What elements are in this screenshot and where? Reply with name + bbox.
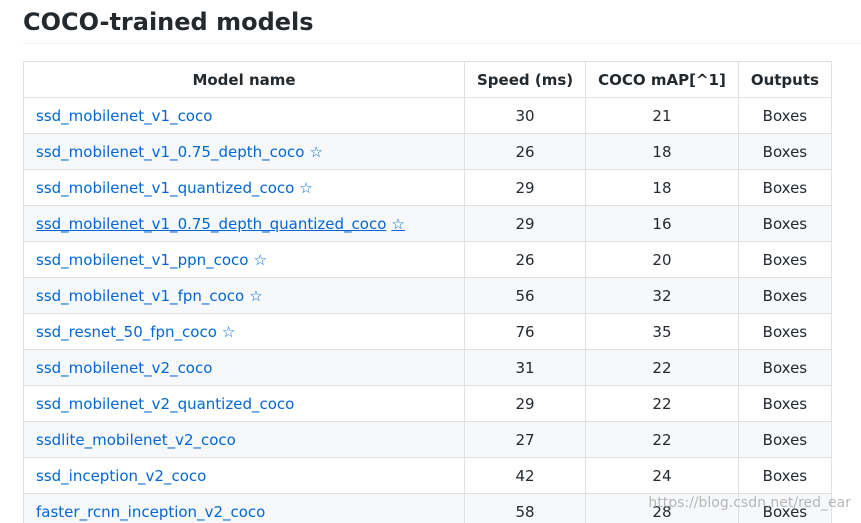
star-icon: ☆ — [249, 286, 263, 305]
speed-cell: 26 — [463, 241, 587, 278]
table-row: ssd_mobilenet_v1_0.75_depth_quantized_co… — [23, 205, 832, 242]
model-link[interactable]: ssdlite_mobilenet_v2_coco — [36, 431, 236, 449]
outputs-cell: Boxes — [737, 241, 832, 278]
model-name-cell: ssd_mobilenet_v1_0.75_depth_coco ☆ — [23, 133, 465, 170]
speed-cell: 76 — [463, 313, 587, 350]
map-cell: 22 — [585, 421, 739, 458]
model-link-label: ssd_mobilenet_v1_coco — [36, 106, 213, 125]
star-icon: ☆ — [221, 322, 236, 341]
model-link-label: ssd_mobilenet_v2_coco — [36, 358, 213, 377]
page: COCO-trained models Model name Speed (ms… — [0, 0, 861, 523]
outputs-cell: Boxes — [737, 349, 832, 386]
map-cell: 22 — [585, 385, 739, 422]
outputs-cell: Boxes — [737, 277, 832, 314]
model-name-cell: ssd_mobilenet_v1_fpn_coco ☆ — [23, 277, 465, 314]
map-cell: 24 — [585, 457, 739, 494]
model-link-label: ssd_resnet_50_fpn_coco — [36, 322, 217, 341]
model-name-cell: ssd_mobilenet_v1_coco — [23, 97, 465, 134]
map-cell: 35 — [585, 313, 739, 350]
table-row: ssd_mobilenet_v1_quantized_coco ☆ 29 18 Boxe… — [23, 169, 832, 206]
models-table: Model name Speed (ms) COCO mAP[^1] Outpu… — [23, 61, 832, 523]
outputs-cell: Boxes — [737, 169, 832, 206]
model-name-cell: faster_rcnn_inception_v2_coco — [23, 493, 465, 523]
model-name-cell: ssd_mobilenet_v1_0.75_depth_quantized_co… — [23, 205, 465, 242]
speed-cell: 29 — [463, 205, 587, 242]
speed-cell: 29 — [463, 385, 587, 422]
model-name-cell: ssd_mobilenet_v1_quantized_coco ☆ — [23, 169, 465, 206]
model-name-cell: ssd_inception_v2_coco — [23, 457, 465, 494]
model-link[interactable]: ssd_mobilenet_v2_coco — [36, 359, 212, 377]
outputs-cell: Boxes — [737, 313, 832, 350]
speed-cell: 27 — [463, 421, 587, 458]
model-name-cell: ssd_resnet_50_fpn_coco ☆ — [23, 313, 465, 350]
map-cell: 16 — [585, 205, 739, 242]
model-link-label: ssd_mobilenet_v1_quantized_coco — [36, 178, 295, 197]
table-row: ssd_mobilenet_v2_coco 31 22 Boxes — [23, 349, 832, 386]
table-row: ssd_inception_v2_coco 42 24 Boxes — [23, 457, 832, 494]
speed-cell: 42 — [463, 457, 587, 494]
map-cell: 18 — [585, 133, 739, 170]
table-row: ssd_mobilenet_v1_0.75_depth_coco ☆ 26 18 Box… — [23, 133, 832, 170]
model-name-cell: ssd_mobilenet_v2_quantized_coco — [23, 385, 465, 422]
outputs-cell: Boxes — [737, 421, 832, 458]
model-link-label: ssd_mobilenet_v2_quantized_coco — [36, 394, 295, 413]
column-header-outputs: Outputs — [737, 61, 832, 98]
speed-cell: 56 — [463, 277, 587, 314]
model-link[interactable]: faster_rcnn_inception_v2_coco — [36, 503, 265, 521]
model-link[interactable]: ssd_inception_v2_coco — [36, 467, 206, 485]
table-row: ssd_mobilenet_v2_quantized_coco 29 22 Boxes — [23, 385, 832, 422]
column-header-map: COCO mAP[^1] — [585, 61, 739, 98]
map-cell: 20 — [585, 241, 739, 278]
speed-cell: 58 — [463, 493, 587, 523]
star-icon: ☆ — [391, 214, 405, 233]
speed-cell: 26 — [463, 133, 587, 170]
model-link-label: ssdlite_mobilenet_v2_coco — [36, 430, 236, 449]
model-link-label: faster_rcnn_inception_v2_coco — [36, 502, 266, 521]
model-link-label: ssd_mobilenet_v1_ppn_coco — [36, 250, 249, 269]
map-cell: 32 — [585, 277, 739, 314]
speed-cell: 29 — [463, 169, 587, 206]
model-name-cell: ssd_mobilenet_v2_coco — [23, 349, 465, 386]
outputs-cell: Boxes — [737, 133, 832, 170]
table-row: ssd_mobilenet_v1_coco 30 21 Boxes — [23, 97, 832, 134]
model-link[interactable]: ssd_resnet_50_fpn_coco ☆ — [36, 323, 235, 341]
speed-cell: 30 — [463, 97, 587, 134]
model-name-cell: ssd_mobilenet_v1_ppn_coco ☆ — [23, 241, 465, 278]
model-link[interactable]: ssd_mobilenet_v1_0.75_depth_quantized_co… — [36, 215, 405, 233]
star-icon: ☆ — [253, 250, 267, 269]
model-link[interactable]: ssd_mobilenet_v1_coco — [36, 107, 212, 125]
model-link-label: ssd_mobilenet_v1_0.75_depth_coco — [36, 142, 305, 161]
table-row: ssd_mobilenet_v1_fpn_coco ☆ 56 32 Boxes — [23, 277, 832, 314]
speed-cell: 31 — [463, 349, 587, 386]
table-row: ssd_resnet_50_fpn_coco ☆ 76 35 Boxes — [23, 313, 832, 350]
model-link[interactable]: ssd_mobilenet_v2_quantized_coco — [36, 395, 294, 413]
outputs-cell: Boxes — [737, 457, 832, 494]
column-header-speed: Speed (ms) — [463, 61, 587, 98]
map-cell: 18 — [585, 169, 739, 206]
heading-divider — [23, 43, 861, 44]
table-header-row: Model name Speed (ms) COCO mAP[^1] Outpu… — [23, 61, 832, 98]
outputs-cell: Boxes — [737, 385, 832, 422]
outputs-cell: Boxes — [737, 205, 832, 242]
map-cell: 21 — [585, 97, 739, 134]
star-icon: ☆ — [299, 178, 313, 197]
model-link[interactable]: ssd_mobilenet_v1_fpn_coco ☆ — [36, 287, 263, 305]
outputs-cell: Boxes — [737, 97, 832, 134]
model-link[interactable]: ssd_mobilenet_v1_ppn_coco ☆ — [36, 251, 267, 269]
table-row: ssdlite_mobilenet_v2_coco 27 22 Boxes — [23, 421, 832, 458]
model-link-label: ssd_inception_v2_coco — [36, 466, 207, 485]
map-cell: 22 — [585, 349, 739, 386]
column-header-model-name: Model name — [23, 61, 465, 98]
model-link-label: ssd_mobilenet_v1_0.75_depth_quantized_co… — [36, 214, 387, 233]
model-link[interactable]: ssd_mobilenet_v1_0.75_depth_coco ☆ — [36, 143, 323, 161]
model-link[interactable]: ssd_mobilenet_v1_quantized_coco ☆ — [36, 179, 313, 197]
watermark: https://blog.csdn.net/red_ear — [648, 495, 851, 511]
model-name-cell: ssdlite_mobilenet_v2_coco — [23, 421, 465, 458]
model-link-label: ssd_mobilenet_v1_fpn_coco — [36, 286, 245, 305]
table-row: ssd_mobilenet_v1_ppn_coco ☆ 26 20 Boxes — [23, 241, 832, 278]
star-icon: ☆ — [309, 142, 323, 161]
section-heading: COCO-trained models — [23, 8, 314, 36]
table-body: ssd_mobilenet_v1_coco 30 21 Boxes ssd_mobile… — [23, 97, 832, 523]
